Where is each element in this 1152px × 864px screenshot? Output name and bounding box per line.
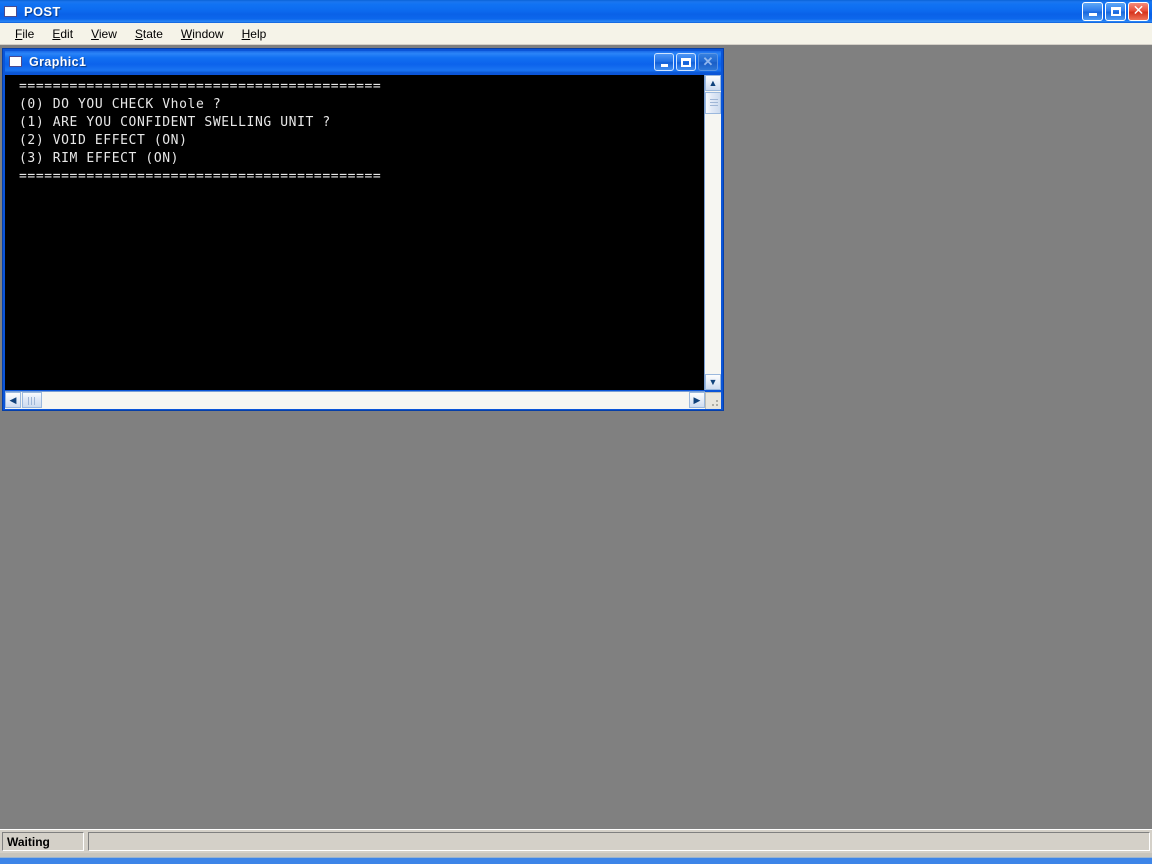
- status-panel-message: [88, 832, 1150, 851]
- maximize-icon: [1106, 3, 1125, 20]
- scroll-right-arrow-icon[interactable]: ▶: [689, 392, 705, 408]
- menu-item-help[interactable]: Help: [233, 25, 276, 43]
- minimize-icon: [1083, 3, 1102, 20]
- terminal-line: (2) VOID EFFECT (ON): [19, 133, 188, 148]
- child-client-area: ========================================…: [5, 75, 721, 409]
- app-title: POST: [24, 4, 61, 19]
- menu-item-edit[interactable]: Edit: [43, 25, 82, 43]
- menu-item-window[interactable]: Window: [172, 25, 233, 43]
- menu-label-help-rest: elp: [250, 26, 267, 41]
- menubar: File Edit View State Window Help: [0, 23, 1152, 45]
- menu-label-window-rest: indow: [192, 26, 224, 41]
- statusbar: Waiting: [0, 829, 1152, 853]
- child-minimize-icon: [655, 54, 673, 70]
- vertical-scrollbar[interactable]: ▲ ▼: [704, 75, 721, 390]
- terminal-output: ========================================…: [5, 75, 705, 390]
- child-window-title: Graphic1: [29, 55, 87, 69]
- child-maximize-button[interactable]: [676, 53, 696, 71]
- terminal-line: ========================================…: [19, 79, 382, 94]
- menu-label-file-rest: ile: [22, 26, 35, 41]
- main-window-controls: ✕: [1082, 2, 1149, 21]
- terminal-line: (0) DO YOU CHECK Vhole ?: [19, 97, 222, 112]
- menu-item-file[interactable]: File: [6, 25, 43, 43]
- bottom-strip: [0, 853, 1152, 864]
- child-window-icon: [8, 55, 24, 69]
- menu-label-edit-rest: dit: [60, 26, 74, 41]
- horizontal-scrollbar[interactable]: ◀ ▶: [5, 391, 705, 409]
- terminal-line: ========================================…: [19, 169, 382, 184]
- menu-item-view[interactable]: View: [82, 25, 126, 43]
- scroll-up-arrow-icon[interactable]: ▲: [705, 75, 721, 91]
- minimize-button[interactable]: [1082, 2, 1103, 21]
- menu-item-state[interactable]: State: [126, 25, 172, 43]
- menu-label-view-rest: iew: [98, 26, 117, 41]
- child-titlebar[interactable]: Graphic1 ✕: [5, 51, 721, 73]
- horizontal-scrollbar-thumb[interactable]: [22, 392, 42, 408]
- scroll-left-arrow-icon[interactable]: ◀: [5, 392, 21, 408]
- scroll-down-arrow-icon[interactable]: ▼: [705, 374, 721, 390]
- close-icon: ✕: [1132, 3, 1145, 19]
- child-close-button[interactable]: ✕: [698, 53, 718, 71]
- main-titlebar[interactable]: POST ✕: [0, 0, 1152, 23]
- status-panel-state: Waiting: [2, 832, 84, 851]
- close-button[interactable]: ✕: [1128, 2, 1149, 21]
- child-close-icon: ✕: [702, 53, 714, 69]
- app-window-icon: [3, 5, 19, 19]
- vertical-scrollbar-thumb[interactable]: [705, 92, 721, 114]
- child-maximize-icon: [677, 54, 695, 70]
- terminal-line: (3) RIM EFFECT (ON): [19, 151, 180, 166]
- terminal-line: (1) ARE YOU CONFIDENT SWELLING UNIT ?: [19, 115, 331, 130]
- child-window-controls: ✕: [654, 53, 718, 71]
- mdi-child-window[interactable]: Graphic1 ✕ =============================…: [2, 48, 724, 411]
- application-window: POST ✕ File Edit View State Window Help …: [0, 0, 1152, 864]
- maximize-button[interactable]: [1105, 2, 1126, 21]
- child-minimize-button[interactable]: [654, 53, 674, 71]
- menu-label-state-rest: tate: [142, 26, 163, 41]
- window-resize-grip[interactable]: [705, 392, 721, 409]
